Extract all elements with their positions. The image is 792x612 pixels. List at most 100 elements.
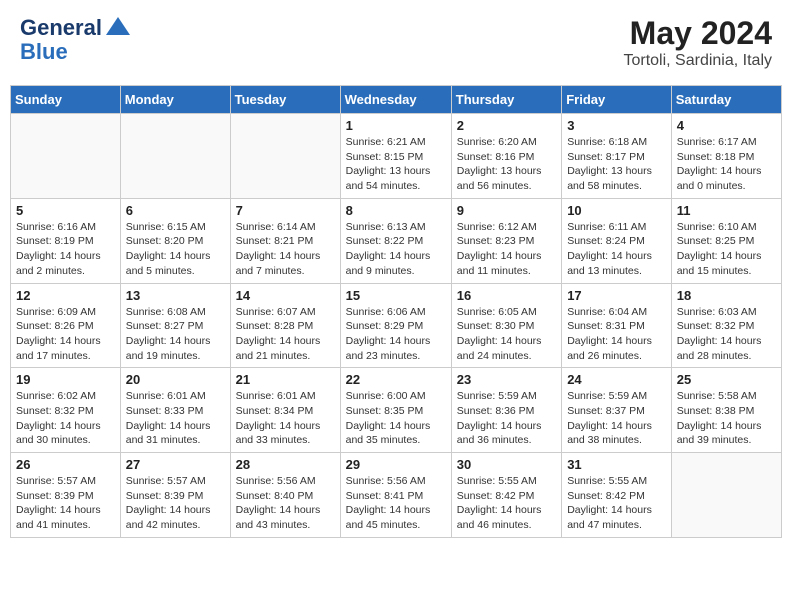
- calendar-day-cell: 13Sunrise: 6:08 AMSunset: 8:27 PMDayligh…: [120, 283, 230, 368]
- calendar-day-cell: [120, 114, 230, 199]
- day-number: 8: [346, 203, 446, 218]
- day-number: 18: [677, 288, 776, 303]
- calendar-day-cell: 7Sunrise: 6:14 AMSunset: 8:21 PMDaylight…: [230, 198, 340, 283]
- day-detail-line: Daylight: 14 hours: [677, 334, 776, 349]
- col-monday: Monday: [120, 86, 230, 114]
- day-info: Sunrise: 6:05 AMSunset: 8:30 PMDaylight:…: [457, 305, 556, 364]
- day-detail-line: Daylight: 14 hours: [567, 334, 666, 349]
- calendar-day-cell: 4 Sunrise: 6:17 AMSunset: 8:18 PMDaylight…: [671, 114, 781, 199]
- day-number: 19: [16, 372, 115, 387]
- day-detail-line: Sunrise: 6:07 AM: [236, 305, 335, 320]
- day-detail-line: Sunset: 8:42 PM: [567, 489, 666, 504]
- day-detail-line: and 46 minutes.: [457, 518, 556, 533]
- day-detail-line: and 47 minutes.: [567, 518, 666, 533]
- day-detail-line: Sunrise: 6:13 AM: [346, 220, 446, 235]
- day-detail-line: Daylight: 14 hours: [677, 249, 776, 264]
- month-title: May 2024: [623, 15, 772, 52]
- day-detail-line: Daylight: 14 hours: [677, 419, 776, 434]
- day-detail-line: Sunset: 8:20 PM: [126, 234, 225, 249]
- day-info: Sunrise: 6:04 AMSunset: 8:31 PMDaylight:…: [567, 305, 666, 364]
- day-detail-line: Daylight: 14 hours: [677, 164, 776, 179]
- day-number: 9: [457, 203, 556, 218]
- calendar-day-cell: 20Sunrise: 6:01 AMSunset: 8:33 PMDayligh…: [120, 368, 230, 453]
- col-thursday: Thursday: [451, 86, 561, 114]
- day-detail-line: Sunset: 8:41 PM: [346, 489, 446, 504]
- calendar-day-cell: [671, 453, 781, 538]
- day-number: 16: [457, 288, 556, 303]
- day-info: Sunrise: 5:56 AMSunset: 8:41 PMDaylight:…: [346, 474, 446, 533]
- day-detail-line: Sunrise: 6:00 AM: [346, 389, 446, 404]
- calendar-day-cell: 31Sunrise: 5:55 AMSunset: 8:42 PMDayligh…: [562, 453, 672, 538]
- day-detail-line: and 36 minutes.: [457, 433, 556, 448]
- day-detail-line: Sunset: 8:40 PM: [236, 489, 335, 504]
- day-detail-line: and 31 minutes.: [126, 433, 225, 448]
- day-number: 22: [346, 372, 446, 387]
- day-detail-line: Sunset: 8:29 PM: [346, 319, 446, 334]
- day-detail-line: Sunrise: 5:58 AM: [677, 389, 776, 404]
- day-info: Sunrise: 5:59 AMSunset: 8:36 PMDaylight:…: [457, 389, 556, 448]
- day-number: 7: [236, 203, 335, 218]
- day-detail-line: and 26 minutes.: [567, 349, 666, 364]
- calendar-day-cell: 19 Sunrise: 6:02 AMSunset: 8:32 PMDayligh…: [11, 368, 121, 453]
- day-detail-line: Sunrise: 6:04 AM: [567, 305, 666, 320]
- day-info: Sunrise: 6:01 AMSunset: 8:33 PMDaylight:…: [126, 389, 225, 448]
- day-info: Sunrise: 6:03 AMSunset: 8:32 PMDaylight:…: [677, 305, 776, 364]
- calendar-day-cell: 10Sunrise: 6:11 AMSunset: 8:24 PMDayligh…: [562, 198, 672, 283]
- day-number: 17: [567, 288, 666, 303]
- day-number: 4: [677, 118, 776, 133]
- calendar-day-cell: 21Sunrise: 6:01 AMSunset: 8:34 PMDayligh…: [230, 368, 340, 453]
- day-detail-line: Sunrise: 5:56 AM: [236, 474, 335, 489]
- day-info: Sunrise: 5:59 AMSunset: 8:37 PMDaylight:…: [567, 389, 666, 448]
- day-info: Sunrise: 6:16 AMSunset: 8:19 PMDaylight:…: [16, 220, 115, 279]
- day-detail-line: and 58 minutes.: [567, 179, 666, 194]
- day-detail-line: Sunset: 8:36 PM: [457, 404, 556, 419]
- calendar-day-cell: [230, 114, 340, 199]
- day-detail-line: Daylight: 14 hours: [457, 334, 556, 349]
- calendar-day-cell: 26Sunrise: 5:57 AMSunset: 8:39 PMDayligh…: [11, 453, 121, 538]
- day-number: 25: [677, 372, 776, 387]
- day-info: Sunrise: 6:20 AMSunset: 8:16 PMDaylight:…: [457, 135, 556, 194]
- day-detail-line: and 28 minutes.: [677, 349, 776, 364]
- day-number: 2: [457, 118, 556, 133]
- col-saturday: Saturday: [671, 86, 781, 114]
- day-detail-line: Daylight: 14 hours: [346, 419, 446, 434]
- day-info: Sunrise: 5:56 AMSunset: 8:40 PMDaylight:…: [236, 474, 335, 533]
- calendar-week-row: 26Sunrise: 5:57 AMSunset: 8:39 PMDayligh…: [11, 453, 782, 538]
- day-number: 23: [457, 372, 556, 387]
- day-detail-line: Sunset: 8:19 PM: [16, 234, 115, 249]
- day-number: 11: [677, 203, 776, 218]
- day-detail-line: and 43 minutes.: [236, 518, 335, 533]
- day-detail-line: Sunset: 8:27 PM: [126, 319, 225, 334]
- day-detail-line: Sunrise: 6:03 AM: [677, 305, 776, 320]
- calendar-day-cell: 24Sunrise: 5:59 AMSunset: 8:37 PMDayligh…: [562, 368, 672, 453]
- day-detail-line: Sunset: 8:17 PM: [567, 150, 666, 165]
- day-detail-line: Daylight: 14 hours: [236, 334, 335, 349]
- day-detail-line: Daylight: 14 hours: [567, 249, 666, 264]
- day-detail-line: Daylight: 14 hours: [346, 503, 446, 518]
- day-info: Sunrise: 6:17 AMSunset: 8:18 PMDaylight:…: [677, 135, 776, 194]
- day-detail-line: Daylight: 14 hours: [457, 249, 556, 264]
- day-detail-line: and 7 minutes.: [236, 264, 335, 279]
- day-detail-line: Sunrise: 5:55 AM: [457, 474, 556, 489]
- day-detail-line: Sunrise: 5:57 AM: [126, 474, 225, 489]
- day-number: 13: [126, 288, 225, 303]
- day-detail-line: Sunrise: 6:05 AM: [457, 305, 556, 320]
- day-info: Sunrise: 5:58 AMSunset: 8:38 PMDaylight:…: [677, 389, 776, 448]
- day-detail-line: and 35 minutes.: [346, 433, 446, 448]
- day-detail-line: Daylight: 14 hours: [346, 334, 446, 349]
- day-detail-line: and 39 minutes.: [677, 433, 776, 448]
- col-friday: Friday: [562, 86, 672, 114]
- calendar-day-cell: 18 Sunrise: 6:03 AMSunset: 8:32 PMDayligh…: [671, 283, 781, 368]
- day-detail-line: Sunrise: 6:14 AM: [236, 220, 335, 235]
- day-detail-line: Sunset: 8:24 PM: [567, 234, 666, 249]
- day-info: Sunrise: 6:02 AMSunset: 8:32 PMDaylight:…: [16, 389, 115, 448]
- day-detail-line: Sunrise: 5:55 AM: [567, 474, 666, 489]
- day-detail-line: Sunset: 8:28 PM: [236, 319, 335, 334]
- day-detail-line: Sunset: 8:15 PM: [346, 150, 446, 165]
- calendar-day-cell: 27Sunrise: 5:57 AMSunset: 8:39 PMDayligh…: [120, 453, 230, 538]
- day-detail-line: Sunrise: 6:06 AM: [346, 305, 446, 320]
- day-detail-line: Daylight: 14 hours: [567, 419, 666, 434]
- day-info: Sunrise: 6:09 AMSunset: 8:26 PMDaylight:…: [16, 305, 115, 364]
- page-header: General Blue May 2024 Tortoli, Sardinia,…: [10, 10, 782, 75]
- day-detail-line: Daylight: 14 hours: [236, 419, 335, 434]
